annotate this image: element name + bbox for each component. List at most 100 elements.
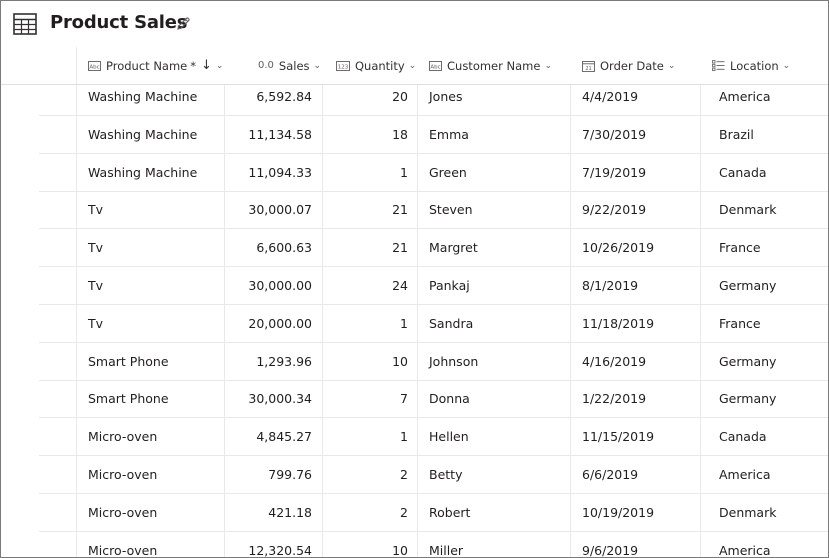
cell-customer-name[interactable]: Robert bbox=[429, 494, 470, 531]
cell-order-date[interactable]: 4/4/2019 bbox=[582, 78, 638, 115]
chevron-down-icon[interactable]: ⌄ bbox=[314, 61, 322, 71]
cell-product-name[interactable]: Washing Machine bbox=[88, 116, 197, 153]
cell-order-date[interactable]: 6/6/2019 bbox=[582, 456, 638, 493]
required-mark: * bbox=[190, 58, 196, 73]
cell-order-date[interactable]: 11/18/2019 bbox=[582, 305, 654, 342]
cell-product-name[interactable]: Micro-oven bbox=[88, 532, 157, 557]
cell-customer-name[interactable]: Donna bbox=[429, 380, 470, 417]
cell-product-name[interactable]: Tv bbox=[88, 191, 103, 228]
cell-sales[interactable]: 1,293.96 bbox=[225, 343, 312, 380]
cell-product-name[interactable]: Smart Phone bbox=[88, 380, 169, 417]
cell-quantity[interactable]: 20 bbox=[323, 78, 408, 115]
pencil-icon[interactable] bbox=[175, 16, 191, 32]
chevron-down-icon[interactable]: ⌄ bbox=[668, 61, 676, 71]
cell-quantity[interactable]: 1 bbox=[323, 154, 408, 191]
cell-location[interactable]: Denmark bbox=[719, 494, 776, 531]
cell-customer-name[interactable]: Hellen bbox=[429, 418, 469, 455]
cell-order-date[interactable]: 9/22/2019 bbox=[582, 191, 646, 228]
table-row[interactable]: Tv 6,600.63 21 Margret 10/26/2019 France bbox=[1, 229, 828, 267]
cell-location[interactable]: Germany bbox=[719, 380, 776, 417]
table-row[interactable]: Washing Machine 6,592.84 20 Jones 4/4/20… bbox=[1, 78, 828, 116]
cell-customer-name[interactable]: Sandra bbox=[429, 305, 473, 342]
cell-customer-name[interactable]: Miller bbox=[429, 532, 463, 557]
cell-location[interactable]: France bbox=[719, 305, 761, 342]
cell-quantity[interactable]: 2 bbox=[323, 494, 408, 531]
cell-customer-name[interactable]: Margret bbox=[429, 229, 478, 266]
cell-order-date[interactable]: 9/6/2019 bbox=[582, 532, 638, 557]
table-row[interactable]: Tv 30,000.07 21 Steven 9/22/2019 Denmark bbox=[1, 191, 828, 229]
cell-order-date[interactable]: 11/15/2019 bbox=[582, 418, 654, 455]
table-row[interactable]: Smart Phone 30,000.34 7 Donna 1/22/2019 … bbox=[1, 380, 828, 418]
cell-quantity[interactable]: 1 bbox=[323, 418, 408, 455]
cell-location[interactable]: America bbox=[719, 78, 771, 115]
cell-order-date[interactable]: 10/26/2019 bbox=[582, 229, 654, 266]
cell-sales[interactable]: 20,000.00 bbox=[225, 305, 312, 342]
cell-quantity[interactable]: 21 bbox=[323, 229, 408, 266]
cell-customer-name[interactable]: Pankaj bbox=[429, 267, 470, 304]
cell-location[interactable]: America bbox=[719, 532, 771, 557]
cell-product-name[interactable]: Smart Phone bbox=[88, 343, 169, 380]
cell-quantity[interactable]: 7 bbox=[323, 380, 408, 417]
cell-customer-name[interactable]: Steven bbox=[429, 191, 473, 228]
cell-quantity[interactable]: 1 bbox=[323, 305, 408, 342]
cell-order-date[interactable]: 7/30/2019 bbox=[582, 116, 646, 153]
cell-quantity[interactable]: 21 bbox=[323, 191, 408, 228]
table-row[interactable]: Washing Machine 11,094.33 1 Green 7/19/2… bbox=[1, 154, 828, 192]
cell-quantity[interactable]: 10 bbox=[323, 343, 408, 380]
table-row[interactable]: Tv 30,000.00 24 Pankaj 8/1/2019 Germany bbox=[1, 267, 828, 305]
cell-product-name[interactable]: Micro-oven bbox=[88, 418, 157, 455]
cell-customer-name[interactable]: Emma bbox=[429, 116, 469, 153]
cell-order-date[interactable]: 8/1/2019 bbox=[582, 267, 638, 304]
cell-quantity[interactable]: 18 bbox=[323, 116, 408, 153]
cell-product-name[interactable]: Tv bbox=[88, 267, 103, 304]
cell-product-name[interactable]: Washing Machine bbox=[88, 78, 197, 115]
cell-sales[interactable]: 799.76 bbox=[225, 456, 312, 493]
cell-customer-name[interactable]: Jones bbox=[429, 78, 462, 115]
cell-sales[interactable]: 421.18 bbox=[225, 494, 312, 531]
chevron-down-icon[interactable]: ⌄ bbox=[544, 61, 552, 71]
cell-sales[interactable]: 6,600.63 bbox=[225, 229, 312, 266]
table-row[interactable]: Washing Machine 11,134.58 18 Emma 7/30/2… bbox=[1, 116, 828, 154]
table-row[interactable]: Micro-oven 421.18 2 Robert 10/19/2019 De… bbox=[1, 494, 828, 532]
cell-quantity[interactable]: 2 bbox=[323, 456, 408, 493]
cell-location[interactable]: Germany bbox=[719, 267, 776, 304]
table-row[interactable]: Smart Phone 1,293.96 10 Johnson 4/16/201… bbox=[1, 343, 828, 381]
sort-descending-icon[interactable]: ↓ bbox=[201, 58, 212, 73]
table-row[interactable]: Tv 20,000.00 1 Sandra 11/18/2019 France bbox=[1, 305, 828, 343]
cell-location[interactable]: America bbox=[719, 456, 771, 493]
cell-location[interactable]: Germany bbox=[719, 343, 776, 380]
cell-location[interactable]: Denmark bbox=[719, 191, 776, 228]
cell-location[interactable]: Canada bbox=[719, 154, 767, 191]
cell-quantity[interactable]: 24 bbox=[323, 267, 408, 304]
cell-product-name[interactable]: Washing Machine bbox=[88, 154, 197, 191]
cell-product-name[interactable]: Tv bbox=[88, 305, 103, 342]
cell-quantity[interactable]: 10 bbox=[323, 532, 408, 557]
cell-product-name[interactable]: Micro-oven bbox=[88, 456, 157, 493]
cell-customer-name[interactable]: Betty bbox=[429, 456, 462, 493]
cell-order-date[interactable]: 7/19/2019 bbox=[582, 154, 646, 191]
cell-sales[interactable]: 30,000.00 bbox=[225, 267, 312, 304]
cell-sales[interactable]: 6,592.84 bbox=[225, 78, 312, 115]
cell-customer-name[interactable]: Green bbox=[429, 154, 467, 191]
table-row[interactable]: Micro-oven 12,320.54 10 Miller 9/6/2019 … bbox=[1, 532, 828, 557]
cell-product-name[interactable]: Micro-oven bbox=[88, 494, 157, 531]
cell-location[interactable]: France bbox=[719, 229, 761, 266]
cell-order-date[interactable]: 4/16/2019 bbox=[582, 343, 646, 380]
cell-product-name[interactable]: Tv bbox=[88, 229, 103, 266]
chevron-down-icon[interactable]: ⌄ bbox=[216, 61, 224, 71]
cell-sales[interactable]: 11,134.58 bbox=[225, 116, 312, 153]
cell-sales[interactable]: 30,000.07 bbox=[225, 191, 312, 228]
cell-location[interactable]: Canada bbox=[719, 418, 767, 455]
cell-sales[interactable]: 11,094.33 bbox=[225, 154, 312, 191]
cell-sales[interactable]: 12,320.54 bbox=[225, 532, 312, 557]
cell-order-date[interactable]: 1/22/2019 bbox=[582, 380, 646, 417]
chevron-down-icon[interactable]: ⌄ bbox=[783, 61, 791, 71]
cell-sales[interactable]: 30,000.34 bbox=[225, 380, 312, 417]
cell-location[interactable]: Brazil bbox=[719, 116, 754, 153]
chevron-down-icon[interactable]: ⌄ bbox=[409, 61, 417, 71]
cell-order-date[interactable]: 10/19/2019 bbox=[582, 494, 654, 531]
table-row[interactable]: Micro-oven 799.76 2 Betty 6/6/2019 Ameri… bbox=[1, 456, 828, 494]
table-row[interactable]: Micro-oven 4,845.27 1 Hellen 11/15/2019 … bbox=[1, 418, 828, 456]
cell-sales[interactable]: 4,845.27 bbox=[225, 418, 312, 455]
cell-customer-name[interactable]: Johnson bbox=[429, 343, 478, 380]
